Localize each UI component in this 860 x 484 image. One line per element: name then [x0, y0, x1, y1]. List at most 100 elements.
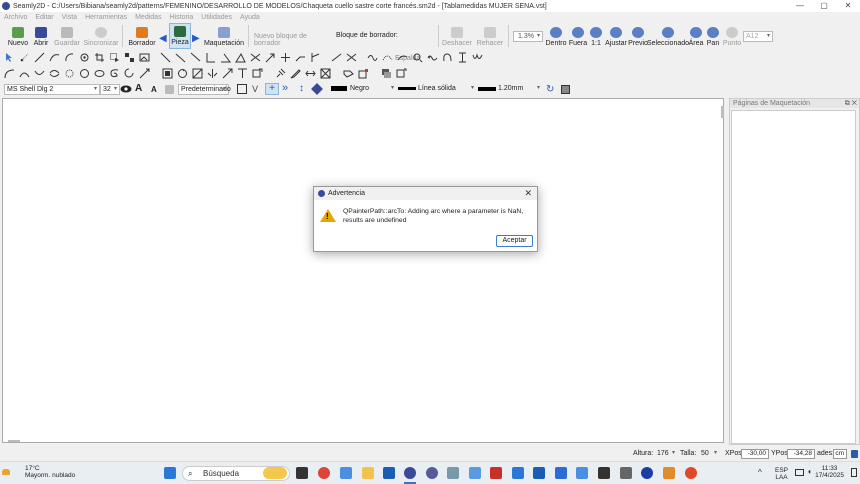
draft-mode-button[interactable]: Borrador [127, 23, 157, 49]
gear-tool-icon[interactable] [79, 52, 90, 63]
stand-tool-icon[interactable] [457, 52, 468, 63]
decrease-font-icon[interactable]: A [151, 85, 157, 94]
height-select[interactable]: 176 [655, 449, 677, 460]
arc-intersect-tool-icon[interactable] [49, 68, 60, 79]
info-icon[interactable] [851, 450, 858, 458]
zoom-input[interactable]: 1.3% [513, 31, 543, 42]
copilot-icon[interactable] [340, 467, 352, 479]
pen-icon[interactable] [290, 68, 301, 79]
redo-button[interactable]: Rehacer [476, 23, 504, 49]
close-window-button[interactable]: ✕ [836, 0, 860, 12]
drawing-canvas[interactable] [2, 98, 724, 443]
app-icon[interactable] [641, 467, 653, 479]
spline-tool-icon[interactable] [331, 52, 342, 63]
minimize-button[interactable]: — [788, 0, 812, 12]
wave-tool-icon[interactable] [427, 52, 438, 63]
refresh-icon[interactable]: ↻ [546, 84, 554, 95]
chrome-icon[interactable] [318, 467, 330, 479]
arc-radius-tool-icon[interactable] [4, 68, 15, 79]
mirror-y-icon[interactable]: Ⅴ [252, 84, 258, 95]
height-tool-icon[interactable] [220, 52, 231, 63]
menu-archivo[interactable]: Archivo [0, 14, 31, 21]
mirror-icon[interactable] [192, 68, 203, 79]
visibility-eye-icon[interactable] [120, 84, 132, 96]
app-icon[interactable] [663, 467, 675, 479]
zoom-point-button[interactable]: Punto [723, 23, 741, 49]
ellipse-tool-icon[interactable] [94, 68, 105, 79]
shift-tool-icon[interactable] [295, 52, 306, 63]
rotate-tool-icon[interactable] [124, 68, 135, 79]
union-icon[interactable] [343, 68, 354, 79]
zoom-previous-button[interactable]: Previo [628, 23, 648, 49]
flip-tool-icon[interactable] [139, 68, 150, 79]
new-draft-block-button[interactable]: Nuevo bloque de borrador [254, 23, 332, 49]
task-view-icon[interactable] [296, 467, 308, 479]
arc-cut-tool-icon[interactable] [34, 68, 45, 79]
piece-mode-button[interactable]: Pieza [169, 23, 191, 49]
undo-button[interactable]: Deshacer [442, 23, 472, 49]
select-tool-icon[interactable] [109, 52, 120, 63]
point-select[interactable]: A12 [743, 31, 773, 42]
true-dart-icon[interactable] [237, 68, 248, 79]
horizontal-scrollbar[interactable] [8, 440, 20, 442]
input-language[interactable]: ESP LAA [775, 467, 788, 481]
notification-icon[interactable] [851, 468, 857, 477]
zoom-out-button[interactable]: Fuera [569, 23, 587, 49]
app-icon[interactable] [469, 467, 481, 479]
zoom-fit-button[interactable]: Ajustar [605, 23, 627, 49]
snap-cross-icon[interactable]: + [265, 83, 279, 95]
crop-tool-icon[interactable] [94, 52, 105, 63]
menu-herramientas[interactable]: Herramientas [81, 14, 131, 21]
tray-chevron-icon[interactable]: ^ [758, 468, 762, 477]
detail-icon[interactable] [358, 68, 369, 79]
clock[interactable]: 11:33 17/4/2025 [815, 465, 844, 479]
mirror-line-icon[interactable] [207, 68, 218, 79]
spline-cut-tool-icon[interactable] [346, 52, 357, 63]
fast-forward-icon[interactable]: » [282, 82, 288, 94]
pin-icon[interactable] [275, 68, 286, 79]
arc-tool-icon[interactable] [64, 52, 75, 63]
app-icon[interactable] [576, 467, 588, 479]
curve-cut-tool-icon[interactable] [397, 52, 408, 63]
brave-icon[interactable] [685, 467, 697, 479]
export-layout-icon[interactable] [396, 68, 407, 79]
font-select[interactable]: MS Shell Dlg 2 [4, 84, 100, 95]
network-icon[interactable] [795, 469, 804, 476]
node-tool-icon[interactable] [412, 52, 423, 63]
save-button[interactable]: Guardar [53, 23, 81, 49]
layout-pages-list[interactable] [731, 110, 856, 444]
line-normal-tool-icon[interactable] [175, 52, 186, 63]
dart-tool-icon[interactable] [310, 52, 321, 63]
spiral-tool-icon[interactable] [109, 68, 120, 79]
arc-length-tool-icon[interactable] [19, 68, 30, 79]
open-button[interactable]: Abrir [32, 23, 50, 49]
new-button[interactable]: Nuevo [6, 23, 30, 49]
group-tool-icon[interactable] [124, 52, 135, 63]
app-icon[interactable] [555, 467, 567, 479]
menu-historia[interactable]: Historia [166, 14, 198, 21]
menu-utilidades[interactable]: Utilidades [197, 14, 236, 21]
font-size-select[interactable]: 32 [100, 84, 120, 95]
line-width-select[interactable]: 1.20mm [496, 84, 542, 95]
save-layout-icon[interactable] [561, 85, 570, 94]
increase-font-icon[interactable]: A [135, 83, 142, 94]
store-icon[interactable] [383, 467, 395, 479]
ok-button[interactable]: Aceptar [496, 235, 533, 247]
windows-start-icon[interactable] [164, 467, 176, 479]
zoom-area-button[interactable]: Área [689, 23, 703, 49]
menu-ayuda[interactable]: Ayuda [236, 14, 264, 21]
intersect-tool-icon[interactable] [250, 52, 261, 63]
layout-settings-icon[interactable] [381, 68, 392, 79]
app-icon[interactable] [598, 467, 610, 479]
line-bisector-tool-icon[interactable] [190, 52, 201, 63]
grainline-icon[interactable] [305, 68, 316, 79]
export-icon[interactable] [252, 68, 263, 79]
cross-tool-icon[interactable] [280, 52, 291, 63]
double-curve-tool-icon[interactable] [472, 52, 483, 63]
triangle-tool-icon[interactable] [235, 52, 246, 63]
arrow-left-icon[interactable]: ◀ [159, 33, 167, 44]
line-tool-icon[interactable] [34, 52, 45, 63]
sync-button[interactable]: Sincronizar [84, 23, 119, 49]
resize-icon[interactable] [237, 84, 247, 94]
menu-medidas[interactable]: Medidas [131, 14, 165, 21]
